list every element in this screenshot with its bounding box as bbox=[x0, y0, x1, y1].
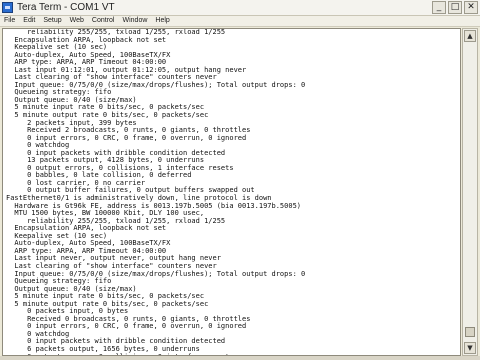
terminal-output[interactable]: reliability 255/255, txload 1/255, rxloa… bbox=[2, 28, 461, 356]
vertical-scrollbar[interactable]: ▲ ▼ bbox=[462, 28, 478, 356]
maximize-button[interactable]: □ bbox=[448, 1, 462, 14]
scroll-up-button[interactable]: ▲ bbox=[464, 30, 476, 42]
menu-edit[interactable]: Edit bbox=[19, 16, 39, 26]
window-title: Tera Term - COM1 VT bbox=[17, 2, 115, 13]
menu-setup[interactable]: Setup bbox=[39, 16, 65, 26]
menu-file[interactable]: File bbox=[0, 16, 19, 26]
scroll-thumb[interactable] bbox=[465, 327, 475, 337]
menu-web[interactable]: Web bbox=[66, 16, 88, 26]
minimize-button[interactable]: _ bbox=[432, 1, 446, 14]
scroll-down-button[interactable]: ▼ bbox=[464, 342, 476, 354]
close-button[interactable]: ✕ bbox=[464, 1, 478, 14]
menu-window[interactable]: Window bbox=[119, 16, 152, 26]
terminal-line: 0 input errors, 0 CRC, 0 frame, 0 overru… bbox=[6, 133, 247, 142]
teraterm-app-icon[interactable] bbox=[2, 2, 13, 13]
terminal-window: Tera Term - COM1 VT _ □ ✕ File Edit Setup W… bbox=[0, 0, 480, 360]
menu-help[interactable]: Help bbox=[151, 16, 173, 26]
menu-control[interactable]: Control bbox=[88, 16, 119, 26]
window-bottom-edge bbox=[0, 356, 480, 360]
terminal-line: 0 input errors, 0 CRC, 0 frame, 0 overru… bbox=[6, 322, 247, 331]
menu-bar: File Edit Setup Web Control Window Help bbox=[0, 16, 480, 27]
title-bar[interactable]: Tera Term - COM1 VT _ □ ✕ bbox=[0, 0, 480, 16]
